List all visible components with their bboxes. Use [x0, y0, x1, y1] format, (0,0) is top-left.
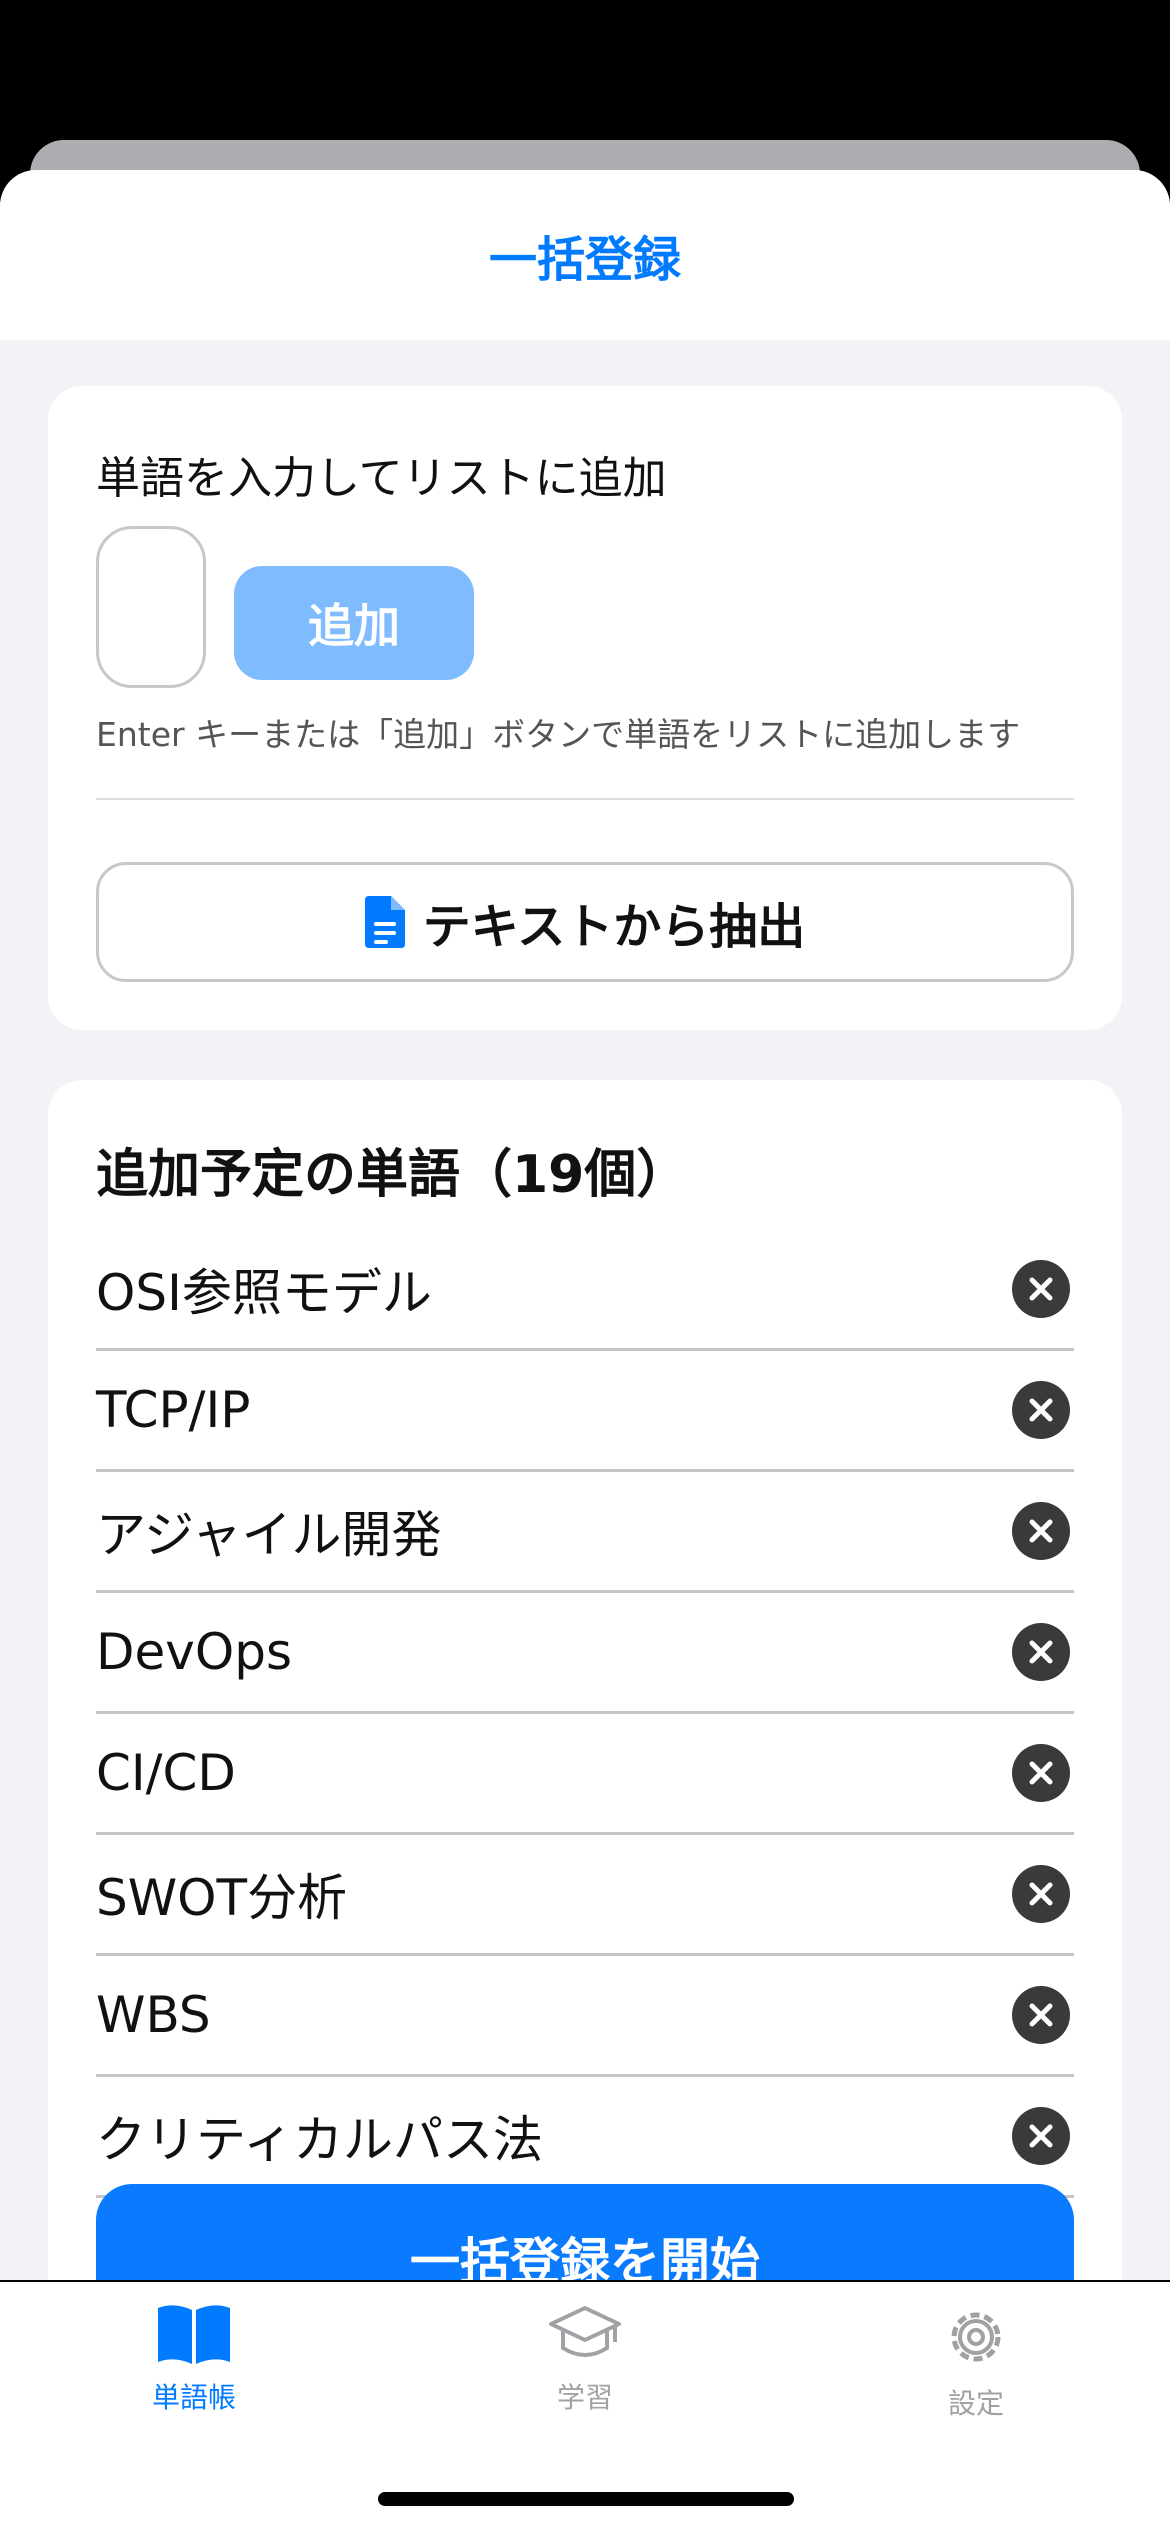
word-label: SWOT分析 — [96, 1869, 348, 1927]
word-list-item: アジャイル開発 — [96, 1472, 1074, 1593]
pending-words-list: OSI参照モデル TCP/IP アジャイル開発 DevOps CI/CD SWOT分析 WB… — [96, 1230, 1074, 2198]
word-label: OSI参照モデル — [96, 1264, 432, 1322]
word-label: WBS — [96, 1986, 211, 2044]
word-input-field[interactable] — [96, 526, 206, 688]
tab-settings[interactable]: 設定 — [856, 2302, 1096, 2422]
remove-word-icon[interactable] — [1012, 1744, 1070, 1802]
word-input-card: 単語を入力してリストに追加 追加 Enter キーまたは「追加」ボタンで単語をリ… — [48, 386, 1122, 1030]
book-icon — [158, 2305, 230, 2364]
pending-words-heading: 追加予定の単語（19個） — [96, 1145, 689, 1205]
extract-from-text-button[interactable]: テキストから抽出 — [96, 862, 1074, 982]
remove-word-icon[interactable] — [1012, 1381, 1070, 1439]
word-list-item: クリティカルパス法 — [96, 2077, 1074, 2198]
divider — [96, 798, 1074, 800]
remove-word-icon[interactable] — [1012, 2107, 1070, 2165]
extract-button-label: テキストから抽出 — [422, 899, 806, 955]
tab-label-settings: 設定 — [947, 2387, 1004, 2420]
tab-label-study: 学習 — [556, 2381, 613, 2414]
gear-icon — [951, 2312, 1001, 2362]
pending-words-card: 追加予定の単語（19個） OSI参照モデル TCP/IP アジャイル開発 DevOps… — [48, 1080, 1122, 2280]
tab-wordbook[interactable]: 単語帳 — [74, 2302, 314, 2416]
home-indicator — [378, 2492, 794, 2506]
word-list-item: DevOps — [96, 1593, 1074, 1714]
tab-label-wordbook: 単語帳 — [151, 2381, 236, 2414]
sheet-title: 一括登録 — [488, 232, 681, 288]
graduation-cap-icon — [549, 2306, 621, 2357]
word-label: クリティカルパス法 — [96, 2111, 543, 2169]
add-button[interactable]: 追加 — [234, 566, 474, 680]
word-label: DevOps — [96, 1623, 292, 1681]
word-list-item: TCP/IP — [96, 1351, 1074, 1472]
bulk-register-sheet: 一括登録 単語を入力してリストに追加 追加 Enter キーまたは「追加」ボタン… — [0, 170, 1170, 2280]
word-label: CI/CD — [96, 1744, 236, 1802]
input-hint: Enter キーまたは「追加」ボタンで単語をリストに追加します — [96, 715, 1021, 754]
tab-bar: 単語帳 学習 設定 — [0, 2282, 1170, 2532]
word-label: アジャイル開発 — [96, 1506, 442, 1564]
remove-word-icon[interactable] — [1012, 1502, 1070, 1560]
remove-word-icon[interactable] — [1012, 1260, 1070, 1318]
remove-word-icon[interactable] — [1012, 1623, 1070, 1681]
word-list-item: WBS — [96, 1956, 1074, 2077]
remove-word-icon[interactable] — [1012, 1986, 1070, 2044]
sheet-header: 一括登録 — [0, 170, 1170, 340]
tab-study[interactable]: 学習 — [465, 2302, 705, 2416]
word-list-item: SWOT分析 — [96, 1835, 1074, 1956]
remove-word-icon[interactable] — [1012, 1865, 1070, 1923]
input-label: 単語を入力してリストに追加 — [96, 453, 667, 504]
start-bulk-register-button[interactable]: 一括登録を開始 — [96, 2184, 1074, 2280]
word-list-item: OSI参照モデル — [96, 1230, 1074, 1351]
document-icon — [364, 896, 405, 948]
word-label: TCP/IP — [96, 1381, 251, 1439]
word-list-item: CI/CD — [96, 1714, 1074, 1835]
